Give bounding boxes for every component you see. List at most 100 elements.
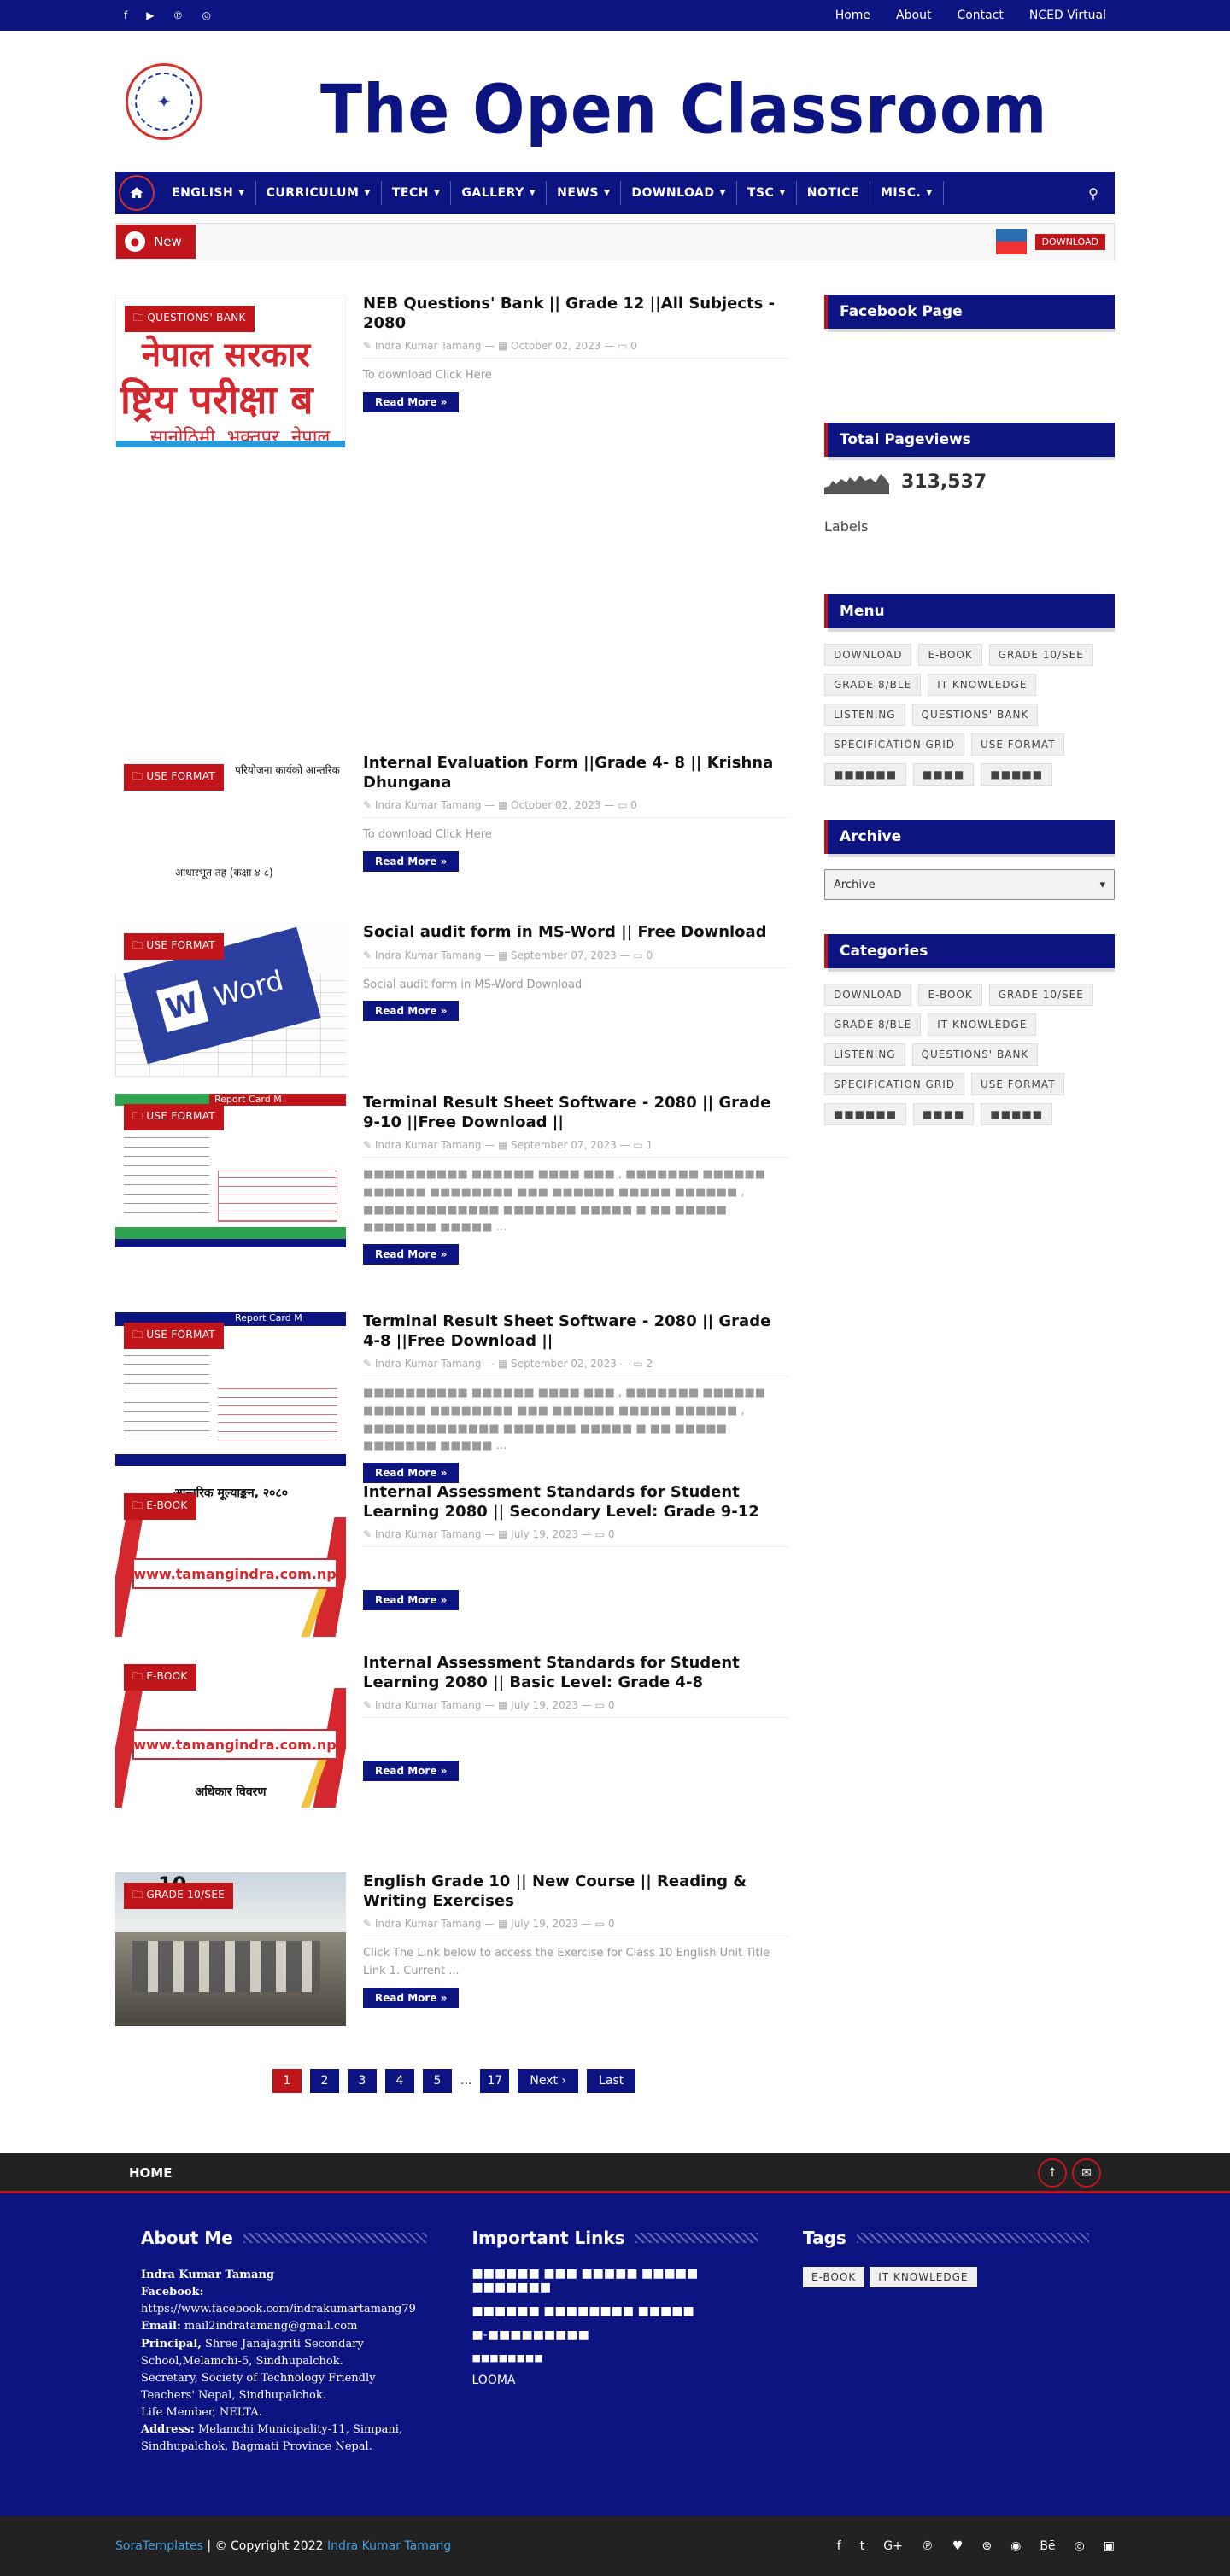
page-4[interactable]: 4 [385, 2069, 414, 2093]
read-more-button[interactable]: Read More » [363, 391, 460, 412]
tag[interactable]: DOWNLOAD [824, 984, 912, 1006]
about-email[interactable]: mail2indratamang@gmail.com [184, 2320, 358, 2333]
post-title[interactable]: Social audit form in MS-Word || Free Dow… [363, 923, 790, 943]
post-thumbnail[interactable]: अधिकार विवरण www.tamangindra.com.np 🗀 E-… [115, 1654, 346, 1808]
category-badge[interactable]: 🗀 USE FORMAT [124, 1323, 224, 1349]
nav-item-notice[interactable]: NOTICE [797, 181, 870, 205]
last-page-button[interactable]: Last [587, 2069, 636, 2093]
google-plus-icon[interactable]: G+ [883, 2539, 903, 2553]
read-more-button[interactable]: Read More » [363, 850, 460, 872]
archive-select[interactable]: Archive ▾ [824, 869, 1115, 900]
soratemplates-link[interactable]: SoraTemplates [115, 2539, 203, 2553]
nav-item-english[interactable]: ENGLISH ▼ [161, 181, 256, 205]
top-link-about[interactable]: About [896, 9, 931, 22]
tag[interactable]: ■■■■■■ [824, 763, 907, 786]
read-more-button[interactable]: Read More » [363, 1463, 460, 1484]
post-title[interactable]: Internal Evaluation Form ||Grade 4- 8 ||… [363, 754, 790, 792]
page-17[interactable]: 17 [480, 2069, 510, 2093]
facebook-icon[interactable]: f [124, 9, 127, 21]
tag[interactable]: ■■■■■ [981, 1103, 1053, 1125]
nav-item-news[interactable]: NEWS ▼ [547, 181, 622, 205]
post-title[interactable]: Terminal Result Sheet Software - 2080 ||… [363, 1094, 790, 1132]
facebook-icon[interactable]: f [837, 2539, 841, 2553]
category-badge[interactable]: 🗀 USE FORMAT [124, 1104, 224, 1130]
heart-icon[interactable]: ♥ [952, 2539, 964, 2553]
tag[interactable]: GRADE 10/SEE [988, 644, 1093, 666]
search-icon[interactable]: ⚲ [1072, 185, 1115, 202]
tag[interactable]: ■■■■ [913, 1103, 975, 1125]
footer-link[interactable]: LOOMA [472, 2374, 758, 2387]
tag[interactable]: SPECIFICATION GRID [824, 1073, 964, 1095]
category-badge[interactable]: 🗀 E-BOOK [124, 1664, 196, 1691]
twitter-icon[interactable]: t [860, 2539, 865, 2553]
top-link-home[interactable]: Home [835, 9, 870, 22]
dribbble-icon[interactable]: ⊛ [981, 2539, 992, 2553]
instagram-icon[interactable]: ◎ [1075, 2539, 1085, 2553]
tag[interactable]: IT KNOWLEDGE [928, 674, 1037, 696]
nav-item-curriculum[interactable]: CURRICULUM ▼ [256, 181, 382, 205]
post-title[interactable]: Internal Assessment Standards for Studen… [363, 1654, 790, 1692]
nav-item-gallery[interactable]: GALLERY ▼ [451, 181, 548, 205]
site-title[interactable]: The Open Classroom [320, 70, 1047, 149]
page-1[interactable]: 1 [272, 2069, 302, 2093]
post-title[interactable]: Internal Assessment Standards for Studen… [363, 1483, 790, 1522]
post-title[interactable]: English Grade 10 || New Course || Readin… [363, 1872, 790, 1911]
site-logo[interactable]: ✦ [126, 62, 202, 140]
tag[interactable]: IT KNOWLEDGE [928, 1013, 1037, 1036]
footer-tag[interactable]: IT KNOWLEDGE [870, 2267, 977, 2287]
ticker-download-link[interactable]: DOWNLOAD [1034, 233, 1105, 250]
post-thumbnail[interactable]: Report Card M 🗀 USE FORMAT [115, 1312, 346, 1466]
read-more-button[interactable]: Read More » [363, 1244, 460, 1265]
footer-home-link[interactable]: HOME [129, 2165, 172, 2181]
read-more-button[interactable]: Read More » [363, 1590, 460, 1610]
tag[interactable]: ■■■■ [913, 763, 975, 786]
ticker-thumbnail[interactable] [995, 229, 1027, 254]
youtube-icon[interactable]: ▶ [146, 9, 154, 21]
tag[interactable]: LISTENING [824, 1043, 905, 1066]
home-icon[interactable] [119, 175, 155, 211]
category-badge[interactable]: 🗀 GRADE 10/SEE [124, 1883, 234, 1909]
nav-item-tech[interactable]: TECH ▼ [382, 181, 452, 205]
read-more-button[interactable]: Read More » [363, 1761, 460, 1781]
nav-item-tsc[interactable]: TSC ▼ [737, 181, 797, 205]
tag[interactable]: LISTENING [824, 704, 905, 726]
post-thumbnail[interactable]: W Word 🗀 USE FORMAT [115, 923, 346, 1077]
footer-link[interactable]: ■■■■■■ ■■■ ■■■■■ ■■■■■ ■■■■■■■ [472, 2267, 758, 2294]
post-thumbnail[interactable]: आन्तरिक मूल्याङ्कन, २०८० www.tamangindra… [115, 1483, 346, 1637]
post-author[interactable]: Indra Kumar Tamang [375, 1699, 482, 1711]
page-5[interactable]: 5 [423, 2069, 452, 2093]
page-3[interactable]: 3 [348, 2069, 377, 2093]
read-more-button[interactable]: Read More » [363, 1001, 460, 1022]
footer-tag[interactable]: E-BOOK [803, 2267, 865, 2287]
post-thumbnail[interactable]: परियोजना कार्यको आन्तरिक आधारभूत तह (कक्… [115, 754, 346, 882]
vk-icon[interactable]: ▣ [1104, 2539, 1115, 2553]
post-author[interactable]: Indra Kumar Tamang [375, 1139, 482, 1151]
post-author[interactable]: Indra Kumar Tamang [375, 799, 482, 811]
tag[interactable]: GRADE 8/BLE [824, 674, 922, 696]
post-thumbnail[interactable]: नेपाल सरकार ष्ट्रिय परीक्षा ब सानोठिमी, … [115, 295, 346, 448]
post-author[interactable]: Indra Kumar Tamang [375, 1918, 482, 1930]
footer-link[interactable]: ■■■■■■■■ [472, 2352, 758, 2363]
tag[interactable]: E-BOOK [918, 984, 982, 1006]
tag[interactable]: USE FORMAT [970, 733, 1065, 756]
back-to-top-icon[interactable]: ↑ [1038, 2158, 1067, 2188]
instagram-icon[interactable]: ◎ [202, 9, 210, 21]
category-badge[interactable]: 🗀 USE FORMAT [124, 933, 224, 960]
tag[interactable]: USE FORMAT [970, 1073, 1065, 1095]
tag[interactable]: E-BOOK [918, 644, 982, 666]
post-title[interactable]: NEB Questions' Bank || Grade 12 ||All Su… [363, 295, 790, 333]
tag[interactable]: SPECIFICATION GRID [824, 733, 964, 756]
nav-item-misc[interactable]: MISC. ▼ [870, 181, 944, 205]
tag[interactable]: GRADE 10/SEE [988, 984, 1093, 1006]
post-title[interactable]: Terminal Result Sheet Software - 2080 ||… [363, 1312, 790, 1351]
post-author[interactable]: Indra Kumar Tamang [375, 1358, 482, 1370]
mail-icon[interactable]: ✉ [1072, 2158, 1101, 2188]
owner-link[interactable]: Indra Kumar Tamang [327, 2539, 451, 2553]
tag[interactable]: QUESTIONS' BANK [911, 704, 1039, 726]
category-badge[interactable]: 🗀 USE FORMAT [124, 764, 224, 791]
pinterest-icon[interactable]: ℗ [173, 9, 183, 21]
post-author[interactable]: Indra Kumar Tamang [375, 949, 482, 961]
nav-item-download[interactable]: DOWNLOAD ▼ [621, 181, 737, 205]
category-badge[interactable]: 🗀 QUESTIONS' BANK [125, 306, 255, 332]
footer-link[interactable]: ■-■■■■■■■■■ [472, 2328, 758, 2342]
